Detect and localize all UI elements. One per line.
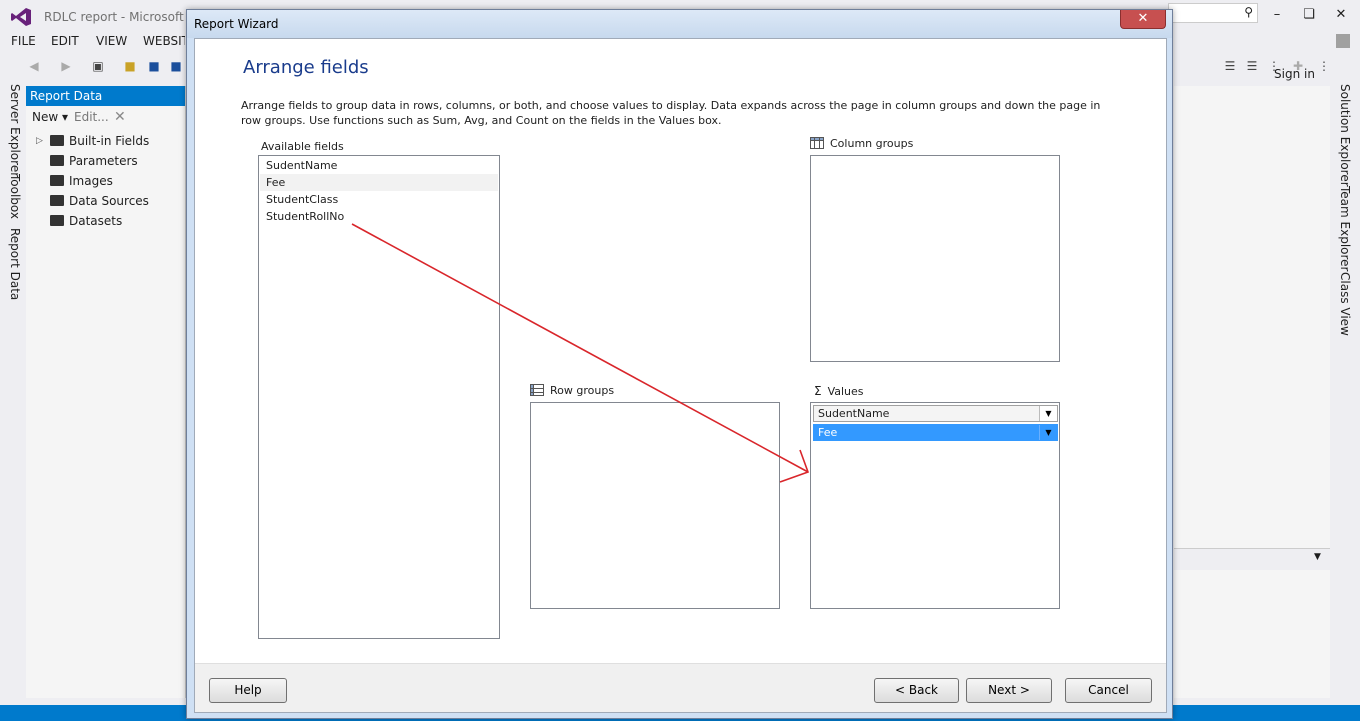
more-icon[interactable]: ⋮ <box>1316 58 1332 74</box>
row-groups-icon <box>530 384 544 396</box>
right-tool-strip: Solution Explorer Team Explorer Class Vi… <box>1330 84 1360 699</box>
folder-icon <box>50 135 64 146</box>
chevron-down-icon[interactable]: ▼ <box>1039 425 1057 440</box>
values-list[interactable]: SudentName ▼ Fee ▼ <box>810 402 1060 609</box>
dialog-close-button[interactable]: ✕ <box>1120 10 1166 29</box>
folder-icon <box>50 155 64 166</box>
dialog-titlebar: Report Wizard ✕ <box>187 10 1172 38</box>
wizard-page: Arrange fields Arrange fields to group d… <box>195 39 1166 663</box>
new-dropdown-button[interactable]: New ▾ <box>32 106 68 128</box>
save-icon[interactable]: ■ <box>146 58 162 74</box>
column-groups-text: Column groups <box>830 137 914 150</box>
folder-icon <box>50 195 64 206</box>
menu-view[interactable]: VIEW <box>96 34 127 48</box>
tab-team-explorer[interactable]: Team Explorer <box>1338 186 1352 272</box>
row-groups-text: Row groups <box>550 384 615 397</box>
list-item[interactable]: StudentClass <box>260 191 498 208</box>
save-all-icon[interactable]: ■ <box>168 58 184 74</box>
sigma-icon: Σ <box>814 384 822 398</box>
account-icon[interactable] <box>1336 34 1350 48</box>
next-button[interactable]: Next > <box>966 678 1052 703</box>
tab-class-view[interactable]: Class View <box>1338 272 1352 336</box>
spacing-icon[interactable]: ⋮ <box>1266 58 1282 74</box>
properties-bar: ▼ <box>1174 548 1330 570</box>
value-field-label: Fee <box>818 426 838 439</box>
menu-edit[interactable]: EDIT <box>51 34 79 48</box>
page-description: Arrange fields to group data in rows, co… <box>241 99 1101 127</box>
row-groups-list[interactable] <box>530 402 780 609</box>
close-window-button[interactable]: ✕ <box>1326 6 1356 26</box>
new-project-icon[interactable]: ▣ <box>90 58 106 74</box>
open-file-icon[interactable]: ■ <box>122 58 138 74</box>
tree-label: Datasets <box>69 214 123 228</box>
chevron-down-icon[interactable]: ▼ <box>1314 552 1321 562</box>
tree-label: Parameters <box>69 154 138 168</box>
left-tool-strip: Server Explorer Toolbox Report Data <box>0 84 26 699</box>
expand-arrow-icon[interactable]: ▷ <box>36 132 43 150</box>
back-nav-icon[interactable]: ◀ <box>26 58 42 74</box>
list-item[interactable]: Fee <box>260 174 498 191</box>
restore-button[interactable]: ❏ <box>1294 6 1324 26</box>
report-data-toolbar: New ▾ Edit... ✕ <box>26 106 185 128</box>
window-title: RDLC report - Microsoft Vi <box>44 10 199 24</box>
new-label: New <box>32 110 59 124</box>
quick-launch-input[interactable]: ⚲ <box>1168 3 1258 23</box>
value-field-label: SudentName <box>818 407 890 420</box>
report-data-header: Report Data <box>26 86 185 106</box>
report-data-panel: Report Data New ▾ Edit... ✕ ▷ Built-in F… <box>26 86 186 698</box>
forward-nav-icon[interactable]: ▶ <box>58 58 74 74</box>
dialog-title: Report Wizard <box>194 17 279 31</box>
column-groups-icon <box>810 137 824 149</box>
menu-file[interactable]: FILE <box>11 34 36 48</box>
list-item[interactable]: SudentName <box>260 157 498 174</box>
editor-right-area <box>1174 86 1330 698</box>
footer-divider <box>195 663 1166 664</box>
page-title: Arrange fields <box>243 57 369 78</box>
tab-report-data[interactable]: Report Data <box>8 228 22 300</box>
visual-studio-logo-icon <box>11 8 31 26</box>
edit-button[interactable]: Edit... <box>74 106 109 128</box>
plus-icon[interactable]: ✚ <box>1290 58 1306 74</box>
list-item[interactable]: StudentRollNo <box>260 208 498 225</box>
available-fields-list[interactable]: SudentName Fee StudentClass StudentRollN… <box>258 155 500 639</box>
minimize-button[interactable]: – <box>1262 6 1292 26</box>
column-groups-list[interactable] <box>810 155 1060 362</box>
report-wizard-dialog: Report Wizard ✕ Arrange fields Arrange f… <box>186 9 1173 719</box>
search-icon: ⚲ <box>1244 5 1253 19</box>
menu-website[interactable]: WEBSITE <box>143 34 185 48</box>
tree-label: Images <box>69 174 113 188</box>
folder-icon <box>50 175 64 186</box>
dialog-client: Arrange fields Arrange fields to group d… <box>194 38 1167 713</box>
row-groups-label: Row groups <box>530 384 614 397</box>
delete-icon[interactable]: ✕ <box>114 106 126 128</box>
cancel-button[interactable]: Cancel <box>1065 678 1152 703</box>
values-text: Values <box>827 385 864 398</box>
values-label: Σ Values <box>814 384 864 398</box>
align-icon[interactable]: ☰ <box>1222 58 1238 74</box>
tree-label: Data Sources <box>69 194 149 208</box>
folder-icon <box>50 215 64 226</box>
help-button[interactable]: Help <box>209 678 287 703</box>
back-button[interactable]: < Back <box>874 678 959 703</box>
value-row-sudentname[interactable]: SudentName ▼ <box>813 405 1058 422</box>
tab-toolbox[interactable]: Toolbox <box>8 174 22 219</box>
tab-solution-explorer[interactable]: Solution Explorer <box>1338 84 1352 187</box>
value-row-fee[interactable]: Fee ▼ <box>813 424 1058 441</box>
column-groups-label: Column groups <box>810 137 913 150</box>
tab-server-explorer[interactable]: Server Explorer <box>8 84 22 177</box>
chevron-down-icon[interactable]: ▼ <box>1039 406 1057 421</box>
tree-label: Built-in Fields <box>69 134 150 148</box>
align-2-icon[interactable]: ☰ <box>1244 58 1260 74</box>
available-fields-label: Available fields <box>261 140 344 153</box>
